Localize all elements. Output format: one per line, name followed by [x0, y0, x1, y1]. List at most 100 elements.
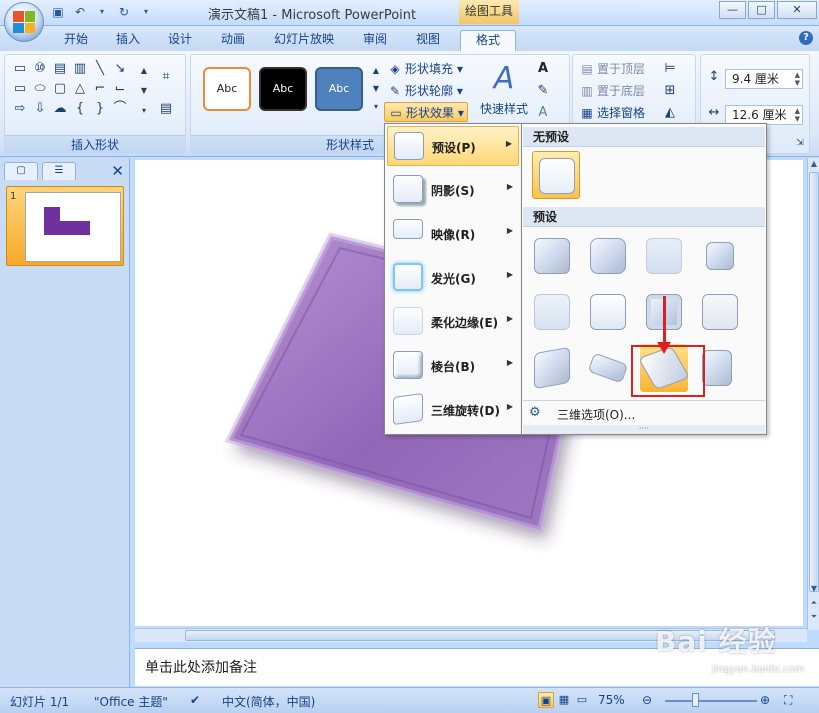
- 3d-options-item[interactable]: ⚙ 三维选项(O)...: [523, 400, 765, 424]
- triangle-shape-icon[interactable]: △: [71, 81, 89, 97]
- zoom-slider[interactable]: [665, 700, 757, 702]
- close-pane-icon[interactable]: ✕: [111, 162, 124, 180]
- shape-fill-button[interactable]: ◈ 形状填充 ▾: [387, 59, 462, 79]
- line-shape-icon[interactable]: ╲: [91, 61, 109, 77]
- fit-to-window-icon[interactable]: ⛶: [784, 693, 792, 708]
- group-objects-icon[interactable]: ⊞: [661, 83, 679, 99]
- minimize-button[interactable]: —: [719, 1, 746, 19]
- preset-option-8[interactable]: [696, 288, 744, 336]
- brace-shape-icon[interactable]: {: [71, 101, 89, 117]
- tab-insert[interactable]: 插入: [108, 30, 148, 51]
- style-black-fill[interactable]: Abc: [259, 67, 307, 111]
- selection-pane-button[interactable]: ▦ 选择窗格: [579, 103, 645, 123]
- menu-item-glow[interactable]: 发光(G) ▶: [387, 258, 519, 298]
- curved-connector-shape-icon[interactable]: ⌙: [111, 81, 129, 97]
- tab-format[interactable]: 格式: [460, 30, 516, 51]
- vertical-scrollbar[interactable]: ▲ ▼ ⏶ ⏷: [807, 158, 819, 630]
- zoom-slider-knob[interactable]: [692, 693, 699, 707]
- tab-view[interactable]: 视图: [408, 30, 448, 51]
- style-scroll-down-icon[interactable]: ▼: [367, 81, 385, 97]
- previous-slide-icon[interactable]: ⏶: [809, 598, 819, 608]
- shape-outline-button[interactable]: ✎ 形状轮廓 ▾: [387, 81, 463, 101]
- preset-option-10[interactable]: [584, 344, 632, 392]
- tab-design[interactable]: 设计: [160, 30, 200, 51]
- bring-to-front-button[interactable]: ▤ 置于顶层: [579, 59, 645, 79]
- rotate-icon[interactable]: ◭: [661, 105, 679, 121]
- slide-sorter-view-icon[interactable]: ▦: [556, 692, 572, 708]
- preset-option-2[interactable]: [584, 232, 632, 280]
- send-to-back-button[interactable]: ▥ 置于底层: [579, 81, 645, 101]
- style-blue-fill[interactable]: Abc: [315, 67, 363, 111]
- tab-review[interactable]: 审阅: [355, 30, 395, 51]
- more-shapes-icon[interactable]: ▾: [135, 103, 153, 119]
- brace-right-shape-icon[interactable]: }: [91, 101, 109, 117]
- tab-slideshow[interactable]: 幻灯片放映: [268, 30, 340, 51]
- textbox-shape-icon[interactable]: ▭: [11, 61, 29, 77]
- text-outline-icon[interactable]: ✎: [534, 83, 552, 99]
- menu-item-soft-edges[interactable]: 柔化边缘(E) ▶: [387, 302, 519, 342]
- rectangle-shape-icon[interactable]: ▭: [11, 81, 29, 97]
- undo-icon[interactable]: ↶: [72, 4, 88, 20]
- style-orange-outline[interactable]: Abc: [203, 67, 251, 111]
- scroll-up-icon[interactable]: ▲: [135, 63, 153, 79]
- height-spin-icon[interactable]: ▲ ▼: [795, 71, 800, 87]
- shape-effects-button[interactable]: ▭ 形状效果 ▾: [384, 102, 468, 122]
- callout-shape-icon[interactable]: ☁: [51, 101, 69, 117]
- tab-animation[interactable]: 动画: [213, 30, 253, 51]
- text-effects-icon[interactable]: A: [534, 105, 552, 121]
- save-icon[interactable]: ▣: [50, 4, 66, 20]
- quick-styles-icon[interactable]: A: [484, 61, 524, 97]
- menu-item-bevel[interactable]: 棱台(B) ▶: [387, 346, 519, 386]
- oval-shape-icon[interactable]: ⬭: [31, 81, 49, 97]
- preset-option-5[interactable]: [528, 288, 576, 336]
- rounded-rect-shape-icon[interactable]: ▢: [51, 81, 69, 97]
- draw-textbox-icon[interactable]: ▤: [157, 101, 175, 117]
- next-slide-icon[interactable]: ⏷: [809, 612, 819, 622]
- quick-styles-button[interactable]: 快速样式: [480, 99, 528, 119]
- textbox-a-shape-icon[interactable]: ▤: [51, 61, 69, 77]
- zoom-out-icon[interactable]: ⊖: [642, 693, 652, 707]
- no-preset-option[interactable]: [532, 151, 580, 199]
- office-button[interactable]: [4, 2, 44, 42]
- menu-item-reflection[interactable]: 映像(R) ▶: [387, 214, 519, 254]
- slides-tab-icon[interactable]: ▢: [4, 162, 38, 180]
- height-input[interactable]: 9.4 厘米 ▲ ▼: [725, 69, 803, 89]
- normal-view-icon[interactable]: ▣: [538, 692, 554, 708]
- right-arrow-shape-icon[interactable]: ⇨: [11, 101, 29, 117]
- customize-qat-icon[interactable]: ▾: [138, 4, 154, 20]
- menu-item-shadow[interactable]: 阴影(S) ▶: [387, 170, 519, 210]
- style-scroll-up-icon[interactable]: ▲: [367, 63, 385, 79]
- align-icon[interactable]: ⊨: [661, 61, 679, 77]
- scroll-down-icon[interactable]: ▼: [135, 83, 153, 99]
- down-arrow-shape-icon[interactable]: ⇩: [31, 101, 49, 117]
- help-icon[interactable]: ?: [799, 31, 813, 45]
- text-fill-icon[interactable]: A: [534, 61, 552, 77]
- tab-home[interactable]: 开始: [56, 30, 96, 51]
- resize-grip[interactable]: ····: [523, 425, 765, 434]
- redo-icon[interactable]: ↻: [116, 4, 132, 20]
- preset-option-12[interactable]: [696, 344, 740, 392]
- preset-option-4[interactable]: [696, 232, 744, 280]
- slideshow-view-icon[interactable]: ▭: [574, 692, 590, 708]
- preset-option-1[interactable]: [528, 232, 576, 280]
- style-more-icon[interactable]: ▾: [367, 99, 385, 115]
- zoom-level[interactable]: 75%: [598, 693, 625, 707]
- preset-option-9[interactable]: [528, 344, 576, 392]
- arc-shape-icon[interactable]: ⌒: [111, 101, 129, 117]
- preset-option-3[interactable]: [640, 232, 688, 280]
- slide-thumbnail-1[interactable]: 1: [6, 186, 124, 266]
- spellcheck-icon[interactable]: ✔: [190, 693, 200, 707]
- scroll-down-arrow-icon[interactable]: ▼: [809, 584, 819, 593]
- preset-option-6[interactable]: [584, 288, 632, 336]
- elbow-connector-shape-icon[interactable]: ⌐: [91, 81, 109, 97]
- scroll-up-arrow-icon[interactable]: ▲: [809, 159, 819, 168]
- width-spin-icon[interactable]: ▲ ▼: [795, 107, 800, 123]
- maximize-button[interactable]: □: [748, 1, 775, 19]
- outline-tab-icon[interactable]: ☰: [42, 162, 76, 180]
- dropdown-icon[interactable]: ▾: [94, 4, 110, 20]
- vertical-scroll-thumb[interactable]: [809, 172, 819, 592]
- menu-item-preset[interactable]: 预设(P) ▶: [387, 126, 519, 166]
- edit-shape-icon[interactable]: ⌗: [157, 69, 175, 85]
- arrow-line-shape-icon[interactable]: ↘: [111, 61, 129, 77]
- width-input[interactable]: 12.6 厘米 ▲ ▼: [725, 105, 803, 125]
